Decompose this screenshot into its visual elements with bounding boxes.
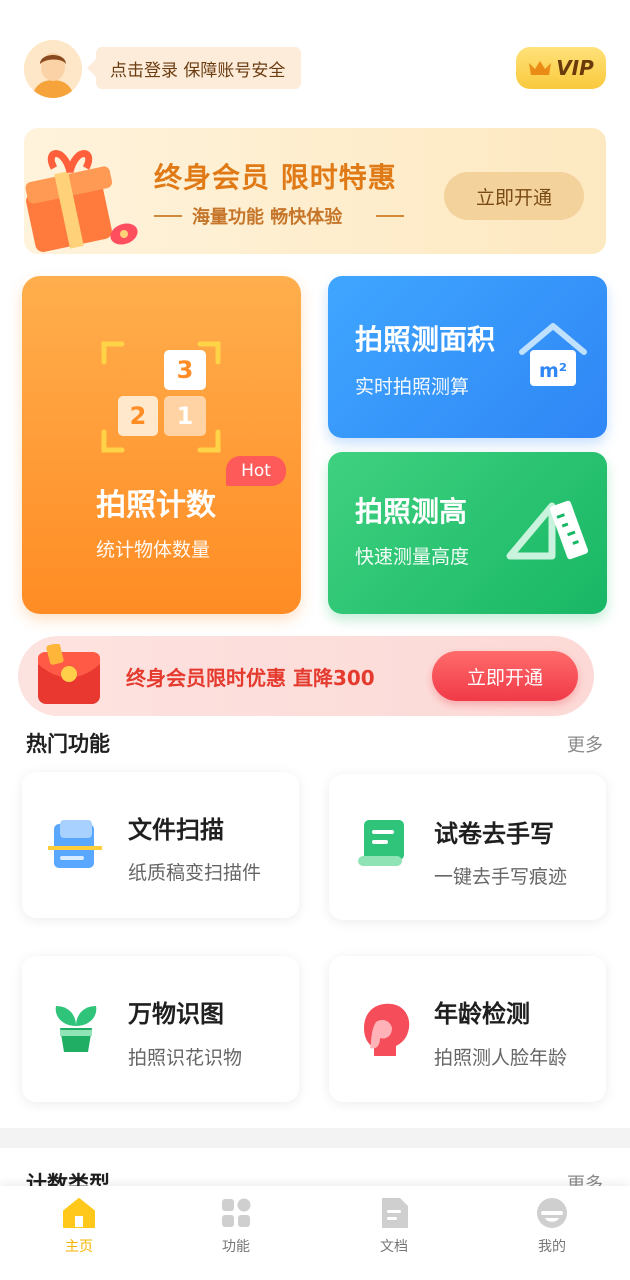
promo-text: 终身会员限时优惠 直降300 <box>126 666 375 690</box>
tab-features-label: 功能 <box>222 1239 250 1255</box>
vip-label: VIP <box>556 56 594 80</box>
tab-mine-label: 我的 <box>538 1239 566 1255</box>
count-tile-1: 1 <box>177 402 194 430</box>
tool-subtitle-age-detection: 拍照测人脸年龄 <box>434 1047 568 1069</box>
feature-title-photo-count: 拍照计数 <box>96 488 216 523</box>
document-icon <box>382 1198 408 1228</box>
vip-button[interactable]: VIP <box>516 47 606 89</box>
tool-subtitle-remove-handwriting: 一键去手写痕迹 <box>434 866 568 888</box>
activate-member-button[interactable]: 立即开通 <box>444 172 584 220</box>
tab-features[interactable]: 功能 <box>176 1196 296 1268</box>
user-avatar-icon <box>24 40 82 98</box>
section-divider <box>0 1128 630 1148</box>
promo-activate-button[interactable]: 立即开通 <box>432 651 578 701</box>
feature-subtitle-photo-count: 统计物体数量 <box>96 539 211 561</box>
login-prompt-label: 点击登录 保障账号安全 <box>110 60 286 81</box>
banner-subtitle: 海量功能 畅快体验 <box>192 207 343 228</box>
red-envelope-icon <box>38 644 100 704</box>
login-prompt[interactable]: 点击登录 保障账号安全 <box>86 47 302 89</box>
face-profile-icon <box>364 1003 410 1056</box>
ruler-triangle-icon <box>506 500 589 560</box>
banner-title: 终身会员 限时特惠 <box>154 161 397 194</box>
area-unit-label: m² <box>539 360 567 382</box>
feature-title-photo-height: 拍照测高 <box>355 495 468 528</box>
banner-divider-left <box>154 215 182 217</box>
tool-title-age-detection: 年龄检测 <box>434 1000 530 1028</box>
tool-title-remove-handwriting: 试卷去手写 <box>434 820 554 848</box>
gift-box-icon <box>25 150 138 252</box>
feature-title-photo-area: 拍照测面积 <box>355 323 496 356</box>
avatar[interactable] <box>24 40 82 98</box>
hot-features-title: 热门功能 <box>26 732 110 756</box>
home-icon <box>63 1198 95 1228</box>
hot-badge: Hot <box>226 456 286 486</box>
tab-documents-label: 文档 <box>380 1239 408 1255</box>
tool-subtitle-object-recognition: 拍照识花识物 <box>128 1047 243 1069</box>
area-house-icon: m² <box>519 323 587 386</box>
count-tile-2: 2 <box>130 402 147 430</box>
count-tile-3: 3 <box>177 356 194 384</box>
plant-icon <box>55 1006 97 1052</box>
counting-icon: 3 2 1 <box>101 341 221 453</box>
tab-home[interactable]: 主页 <box>19 1196 139 1268</box>
tab-mine[interactable]: 我的 <box>492 1196 612 1268</box>
tool-subtitle-document-scan: 纸质稿变扫描件 <box>128 862 262 884</box>
crown-icon <box>529 61 552 75</box>
feature-subtitle-photo-area: 实时拍照测算 <box>355 376 470 398</box>
feature-subtitle-photo-height: 快速测量高度 <box>355 546 470 568</box>
tool-title-document-scan: 文件扫描 <box>128 816 224 844</box>
exam-paper-icon <box>358 820 404 866</box>
banner-divider-right <box>376 215 404 217</box>
tool-title-object-recognition: 万物识图 <box>128 1000 224 1028</box>
hot-features-more-link[interactable]: 更多 <box>567 731 603 757</box>
tab-home-label: 主页 <box>65 1239 93 1255</box>
profile-icon <box>537 1198 567 1228</box>
grid-icon <box>222 1198 251 1227</box>
document-scan-icon <box>48 820 102 868</box>
tab-documents[interactable]: 文档 <box>334 1196 454 1268</box>
